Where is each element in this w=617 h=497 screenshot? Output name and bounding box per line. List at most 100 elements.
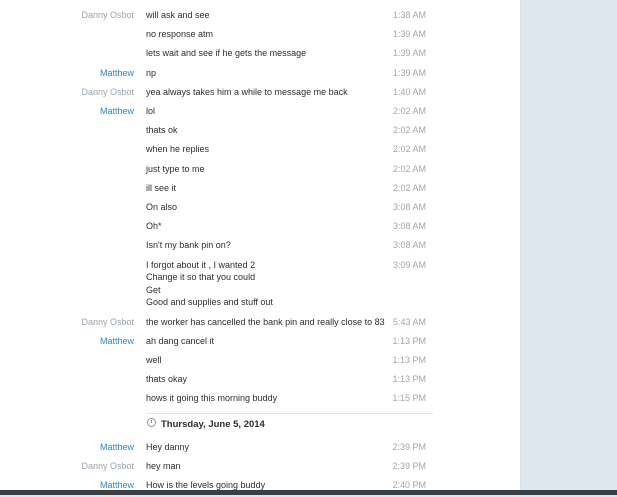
message-line: lets wait and see if he gets the message [146, 48, 307, 59]
message-time: 1:38 AM [392, 10, 426, 20]
message-text: when he replies [146, 144, 209, 157]
message-line: Hey danny [146, 442, 190, 452]
message-sender[interactable]: Matthew [100, 442, 134, 452]
message-text: just type to me [146, 164, 205, 177]
chat-history-panel[interactable]: Danny Osbot will ask and see 1:38 AM no res… [0, 0, 521, 490]
message-text: will ask and see [146, 10, 210, 23]
message-line: Isn't my bank pin on? [146, 240, 231, 251]
message-text: Isn't my bank pin on? [146, 240, 231, 253]
message-row: Matthew lol 2:02 AM [0, 106, 520, 123]
message-line: the worker has cancelled the bank pin an… [146, 316, 385, 327]
message-text: thats okay [146, 374, 187, 387]
message-row: Danny Osbot the worker has cancelled the … [0, 317, 520, 334]
message-row: when he replies 2:02 AM [0, 144, 520, 161]
message-line: no response atm [146, 29, 214, 40]
message-row: ill see it 2:02 AM [0, 183, 520, 200]
message-sender[interactable]: Danny Osbot [81, 317, 134, 327]
message-line: well [146, 355, 162, 365]
message-text: ill see it [146, 183, 176, 196]
window-bottom-edge [0, 490, 617, 495]
message-text: On also [146, 202, 177, 215]
message-time: 2:40 PM [392, 480, 426, 491]
message-text: np [146, 68, 156, 81]
message-row: thats ok 2:02 AM [0, 125, 520, 142]
message-line: thats ok [146, 125, 178, 136]
message-line: Change it so that you could [146, 272, 256, 283]
message-sender[interactable]: Danny Osbot [81, 461, 134, 471]
message-line: On also [146, 202, 178, 212]
message-time: 2:02 AM [392, 144, 426, 155]
message-row: Danny Osbot yea always takes him a while … [0, 87, 520, 104]
message-time: 2:02 AM [392, 182, 426, 193]
message-row: I forgot about it , I wanted 2 Change it … [0, 259, 520, 308]
message-line: ill see it [146, 182, 177, 193]
message-time: 3:08 AM [392, 221, 426, 232]
message-row: well 1:13 PM [0, 355, 520, 372]
message-time: 1:13 PM [392, 335, 426, 346]
message-line: will ask and see [146, 10, 210, 20]
message-row: Isn't my bank pin on? 3:08 AM [0, 240, 520, 257]
message-time: 1:39 AM [392, 29, 426, 40]
message-row: Danny Osbot hey man 2:39 PM [0, 461, 520, 478]
message-line: when he replies [146, 144, 210, 155]
message-row: Matthew Hey danny 2:39 PM [0, 442, 520, 459]
message-line: np [146, 67, 157, 78]
message-time: 3:09 AM [392, 259, 426, 270]
message-text: Oh* [146, 221, 162, 234]
message-time: 1:39 AM [392, 48, 426, 59]
message-row: On also 3:08 AM [0, 202, 520, 219]
message-time: 5:43 AM [392, 316, 426, 327]
message-line: Get [146, 284, 161, 295]
message-text: hows it going this morning buddy [146, 393, 277, 406]
message-time: 1:13 PM [392, 355, 426, 365]
clock-icon [147, 418, 156, 427]
message-line: hey man [146, 461, 181, 472]
message-time: 2:39 PM [392, 442, 426, 452]
message-time: 2:02 AM [392, 125, 426, 136]
message-time: 2:39 PM [392, 461, 426, 472]
message-row: Matthew ah dang cancel it 1:13 PM [0, 336, 520, 353]
message-sender[interactable]: Matthew [100, 480, 134, 490]
message-row: no response atm 1:39 AM [0, 29, 520, 46]
message-row: Matthew np 1:39 AM [0, 68, 520, 85]
message-row: thats okay 1:13 PM [0, 374, 520, 391]
message-line: Oh* [146, 221, 162, 232]
message-line: hows it going this morning buddy [146, 393, 278, 404]
message-text: thats ok [146, 125, 178, 138]
message-time: 2:02 AM [392, 106, 426, 116]
message-time: 2:02 AM [392, 163, 426, 174]
message-line: I forgot about it , I wanted 2 [146, 259, 256, 270]
message-text: ah dang cancel it [146, 336, 214, 349]
message-sender[interactable]: Matthew [100, 68, 134, 78]
message-sender[interactable]: Danny Osbot [81, 10, 134, 20]
message-line: Good and supplies and stuff out [146, 297, 273, 308]
message-row: lets wait and see if he gets the message… [0, 48, 520, 65]
message-text: lets wait and see if he gets the message [146, 48, 306, 61]
message-time: 1:40 AM [392, 86, 426, 97]
message-text: yea always takes him a while to message … [146, 87, 348, 100]
message-text: hey man [146, 461, 181, 474]
message-line: yea always takes him a while to message … [146, 86, 348, 97]
message-row: Danny Osbot will ask and see 1:38 AM [0, 10, 520, 27]
message-row: hows it going this morning buddy 1:15 PM [0, 393, 520, 410]
date-separator-label: Thursday, June 5, 2014 [161, 419, 265, 430]
message-time: 3:08 AM [392, 240, 426, 251]
message-line: lol [146, 106, 156, 116]
message-text: no response atm [146, 29, 213, 42]
message-sender[interactable]: Matthew [100, 336, 134, 346]
message-text: well [146, 355, 162, 368]
message-time: 1:39 AM [392, 67, 426, 78]
date-separator: Thursday, June 5, 2014 [146, 413, 433, 434]
message-text: lol [146, 106, 155, 119]
message-row: Oh* 3:08 AM [0, 221, 520, 238]
message-line: just type to me [146, 163, 205, 174]
message-text: I forgot about it , I wanted 2 Change it … [146, 260, 273, 310]
message-time: 1:15 PM [392, 393, 426, 404]
message-line: ah dang cancel it [146, 335, 215, 346]
message-text: the worker has cancelled the bank pin an… [146, 317, 385, 330]
message-sender[interactable]: Matthew [100, 106, 134, 116]
message-line: thats okay [146, 374, 188, 385]
message-time: 1:13 PM [392, 374, 426, 385]
message-sender[interactable]: Danny Osbot [81, 87, 134, 97]
message-row: just type to me 2:02 AM [0, 164, 520, 181]
